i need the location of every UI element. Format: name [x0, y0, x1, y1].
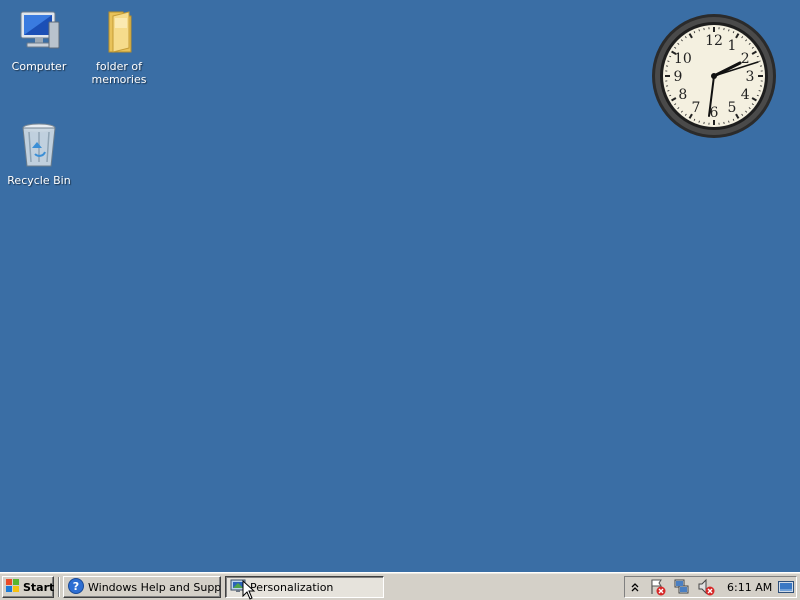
svg-text:?: ? [73, 580, 79, 593]
notification-area: 6:11 AM [624, 576, 797, 598]
clock-numeral: 12 [705, 33, 723, 49]
clock-numeral: 9 [674, 69, 683, 85]
desktop-icon-computer[interactable]: Computer [1, 8, 77, 73]
action-center-error-icon[interactable] [649, 578, 667, 596]
start-label: Start [23, 580, 55, 594]
folder-icon [95, 8, 143, 56]
task-label: Personalization [250, 580, 334, 594]
clock-numeral: 3 [746, 69, 755, 85]
clock-numeral: 10 [674, 51, 692, 67]
volume-muted-icon[interactable] [697, 578, 715, 596]
clock-numeral: 1 [728, 38, 737, 54]
personalization-icon [230, 578, 246, 597]
task-label: Windows Help and Support [88, 580, 221, 594]
chevron-up-icon[interactable] [627, 578, 643, 596]
clock-numeral: 5 [728, 100, 737, 116]
start-button[interactable]: Start [2, 576, 54, 598]
desktop-icon-label: Recycle Bin [7, 174, 71, 187]
clock-gadget[interactable]: 12 1 2 3 4 5 6 7 8 9 10 [650, 12, 778, 140]
desktop-icon-label: folder of memories [91, 60, 147, 86]
windows-logo-icon [6, 578, 20, 596]
recycle-bin-icon [15, 122, 63, 170]
tray-clock[interactable]: 6:11 AM [727, 581, 772, 594]
task-button-windows-help[interactable]: ? Windows Help and Support [63, 576, 221, 598]
desktop[interactable]: Computer folder of memories Recycle Bin [0, 0, 800, 572]
clock-numeral: 7 [692, 100, 701, 116]
taskbar: Start ? Windows Help and Support Persona… [0, 572, 800, 600]
desktop-icon-label: Computer [11, 60, 67, 73]
clock-numeral: 4 [741, 87, 750, 103]
help-icon: ? [68, 577, 84, 597]
taskbar-separator [58, 577, 60, 597]
show-desktop-icon[interactable] [778, 579, 794, 595]
computer-icon [15, 8, 63, 56]
clock-numeral: 8 [678, 87, 687, 103]
network-error-icon[interactable] [673, 578, 691, 596]
task-button-personalization[interactable]: Personalization [225, 576, 384, 598]
desktop-icon-recycle-bin[interactable]: Recycle Bin [1, 122, 77, 187]
desktop-icon-folder-of-memories[interactable]: folder of memories [81, 8, 157, 86]
